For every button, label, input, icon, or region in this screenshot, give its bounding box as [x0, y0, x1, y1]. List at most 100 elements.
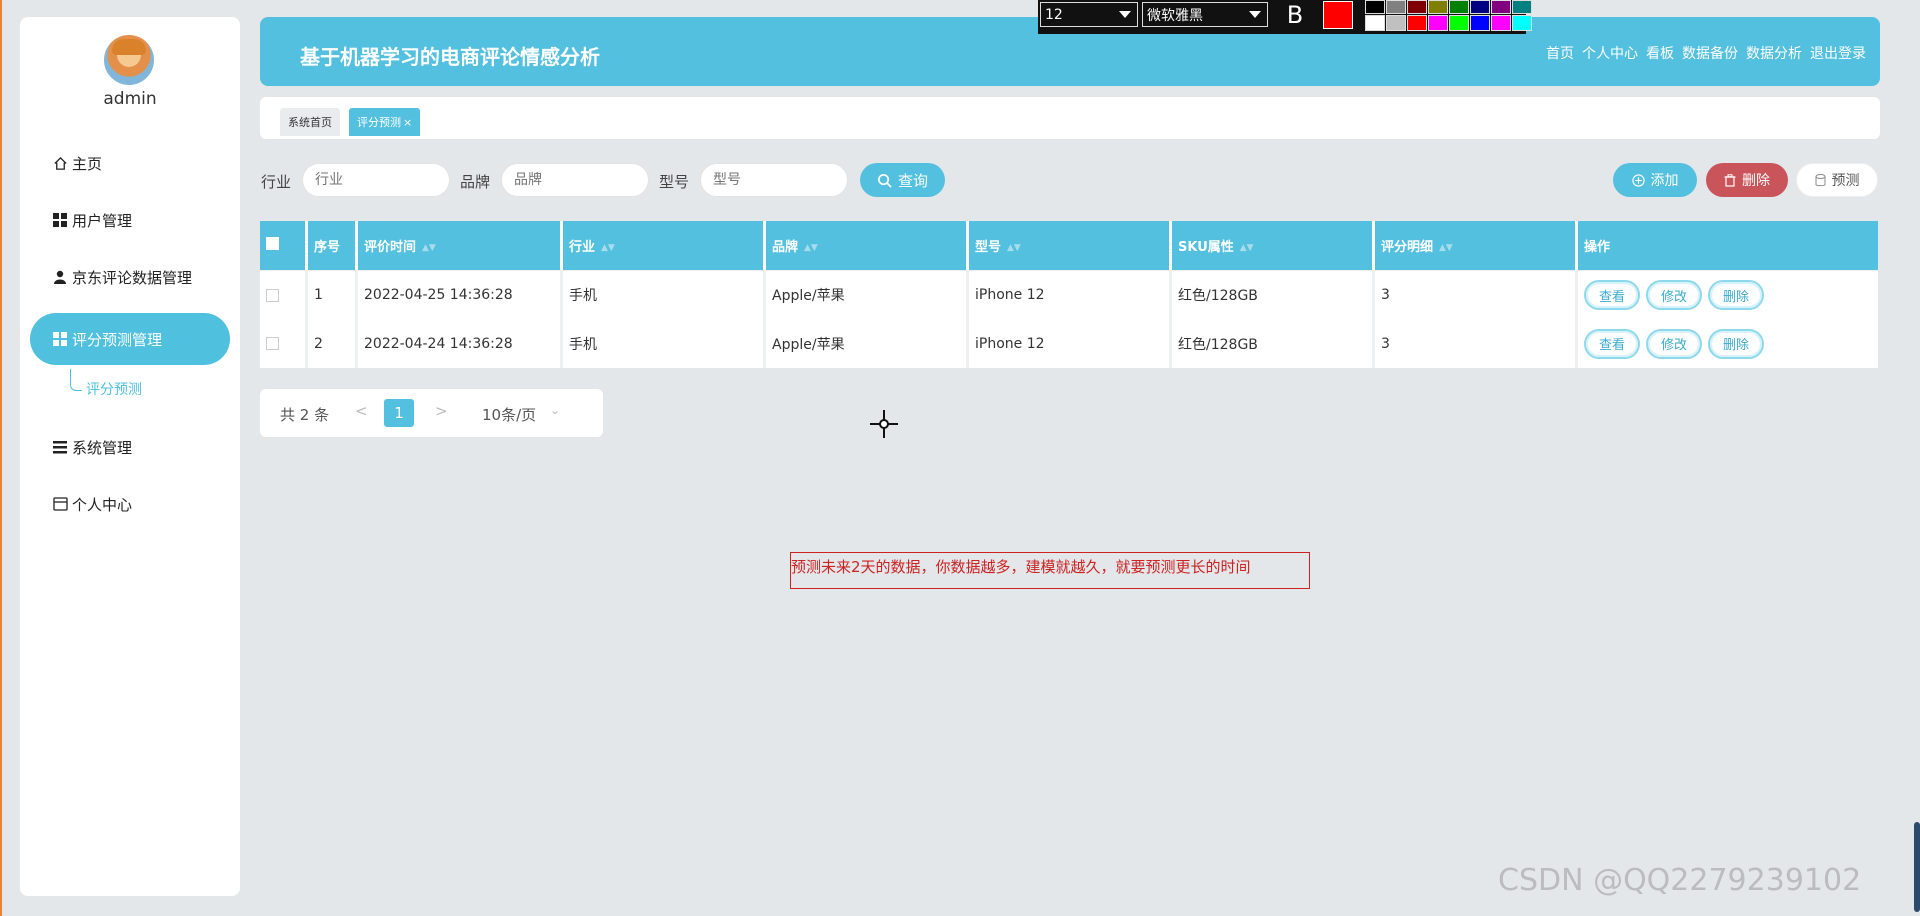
row-delete-button[interactable]: 删除	[1708, 328, 1764, 359]
scroll-handle[interactable]	[1914, 822, 1920, 912]
row-select	[260, 319, 308, 368]
color-swatch[interactable]	[1428, 15, 1448, 31]
close-icon[interactable]: ×	[403, 116, 412, 129]
color-swatch[interactable]	[1407, 0, 1427, 14]
col-header[interactable]: 品牌 ▲▼	[766, 221, 969, 270]
query-button[interactable]: 查询	[860, 163, 945, 197]
brand-input[interactable]	[501, 163, 649, 197]
cell-sku: 红色/128GB	[1172, 270, 1375, 319]
cell-brand: Apple/苹果	[766, 319, 969, 368]
sidebar-item-profile[interactable]: 个人中心	[30, 478, 230, 530]
color-swatch[interactable]	[1449, 0, 1469, 14]
view-button[interactable]: 查看	[1584, 280, 1640, 310]
add-button[interactable]: 添加	[1613, 163, 1697, 197]
color-swatch[interactable]	[1491, 0, 1511, 14]
window-edge	[0, 0, 2, 916]
chevron-down-icon	[1119, 11, 1131, 18]
page-1-button[interactable]: 1	[384, 399, 414, 427]
edit-button[interactable]: 修改	[1646, 328, 1702, 359]
sidebar-item-label: 系统管理	[72, 438, 133, 457]
sidebar-item-jd-comments[interactable]: 京东评论数据管理	[30, 251, 230, 303]
col-header[interactable]: 评分明细 ▲▼	[1375, 221, 1578, 270]
col-header: 序号	[308, 221, 358, 270]
delete-button[interactable]: 删除	[1706, 163, 1788, 197]
nav-dashboard[interactable]: 看板	[1646, 43, 1674, 63]
sidebar-item-label: 用户管理	[72, 211, 133, 230]
edit-button[interactable]: 修改	[1646, 280, 1702, 310]
industry-input[interactable]	[302, 163, 450, 197]
col-header[interactable]: SKU属性 ▲▼	[1172, 221, 1375, 270]
view-button[interactable]: 查看	[1584, 328, 1640, 359]
sort-icon[interactable]: ▲▼	[601, 243, 615, 253]
brand-label: 品牌	[460, 173, 491, 191]
color-palette	[1365, 0, 1532, 31]
nav-home[interactable]: 首页	[1546, 43, 1574, 63]
sidebar-item-system[interactable]: 系统管理	[30, 421, 230, 473]
username: admin	[103, 89, 157, 109]
cell-index: 2	[308, 319, 358, 368]
color-swatch[interactable]	[1470, 0, 1490, 14]
sidebar-item-score-prediction[interactable]: 评分预测管理	[30, 313, 230, 365]
col-label: 序号	[314, 240, 341, 255]
avatar[interactable]	[104, 35, 154, 85]
col-label: 品牌	[772, 240, 799, 255]
nav-analysis[interactable]: 数据分析	[1746, 43, 1802, 63]
prev-page-button[interactable]: <	[355, 402, 368, 420]
nav-profile[interactable]: 个人中心	[1582, 43, 1638, 63]
font-size-select[interactable]: 12	[1040, 2, 1138, 27]
app-title: 基于机器学习的电商评论情感分析	[300, 45, 600, 69]
col-label: 评价时间	[364, 240, 417, 255]
sidebar-item-label: 个人中心	[72, 495, 133, 514]
row-checkbox[interactable]	[266, 288, 279, 302]
cell-time: 2022-04-24 14:36:28	[358, 319, 563, 368]
table-row: 1 2022-04-25 14:36:28 手机 Apple/苹果 iPhone…	[260, 270, 1878, 319]
sort-icon[interactable]: ▲▼	[804, 243, 818, 253]
data-table: 序号 评价时间 ▲▼ 行业 ▲▼ 品牌 ▲▼ 型号 ▲▼ SKU属性 ▲▼ 评分明细 ▲▼ …	[260, 221, 1878, 368]
model-input[interactable]	[700, 163, 848, 197]
cell-industry: 手机	[563, 270, 766, 319]
row-checkbox[interactable]	[266, 337, 279, 350]
predict-button[interactable]: 预测	[1796, 163, 1878, 197]
col-header[interactable]: 评价时间 ▲▼	[358, 221, 563, 270]
chevron-down-icon	[1249, 11, 1261, 18]
annotation-note: 预测未来2天的数据，你数据越多，建模就越久，就要预测更长的时间	[791, 558, 1251, 576]
sidebar-item-users[interactable]: 用户管理	[30, 194, 230, 246]
color-swatch[interactable]	[1407, 15, 1427, 31]
nav-backup[interactable]: 数据备份	[1682, 43, 1738, 63]
color-swatch[interactable]	[1386, 0, 1406, 14]
color-swatch[interactable]	[1491, 15, 1511, 31]
card-icon	[52, 496, 68, 512]
color-swatch[interactable]	[1512, 0, 1532, 14]
tab-system-home[interactable]: 系统首页	[280, 108, 340, 136]
sort-icon[interactable]: ▲▼	[422, 243, 436, 253]
submenu-item-score-prediction[interactable]: 评分预测	[86, 379, 142, 399]
submenu-line	[70, 369, 82, 391]
list-icon	[52, 439, 68, 455]
color-swatch[interactable]	[1512, 15, 1532, 31]
col-header[interactable]: 行业 ▲▼	[563, 221, 766, 270]
row-select	[260, 270, 308, 319]
color-swatch[interactable]	[1365, 0, 1385, 14]
select-all-checkbox[interactable]	[266, 237, 279, 250]
color-swatch[interactable]	[1470, 15, 1490, 31]
bold-button[interactable]: B	[1280, 0, 1310, 30]
row-delete-button[interactable]: 删除	[1708, 280, 1764, 310]
current-color-swatch[interactable]	[1323, 1, 1353, 29]
sort-icon[interactable]: ▲▼	[1240, 243, 1254, 253]
sort-icon[interactable]: ▲▼	[1007, 243, 1021, 253]
color-swatch[interactable]	[1428, 0, 1448, 14]
tab-score-prediction[interactable]: 评分预测 ×	[349, 108, 421, 136]
col-header[interactable]: 型号 ▲▼	[969, 221, 1172, 270]
tabs-bar: 系统首页 评分预测 ×	[260, 97, 1880, 139]
grid-icon	[52, 331, 68, 347]
color-swatch[interactable]	[1449, 15, 1469, 31]
sort-icon[interactable]: ▲▼	[1439, 243, 1453, 253]
search-row: 行业 品牌 型号 查询 添加 删除 预测	[260, 163, 1880, 197]
sidebar-item-home[interactable]: 主页	[30, 137, 230, 189]
nav-logout[interactable]: 退出登录	[1810, 43, 1866, 63]
font-name-select[interactable]: 微软雅黑	[1142, 2, 1268, 27]
color-swatch[interactable]	[1386, 15, 1406, 31]
color-swatch[interactable]	[1365, 15, 1385, 31]
next-page-button[interactable]: >	[435, 402, 448, 420]
page-size-select[interactable]: 10条/页	[482, 404, 536, 425]
